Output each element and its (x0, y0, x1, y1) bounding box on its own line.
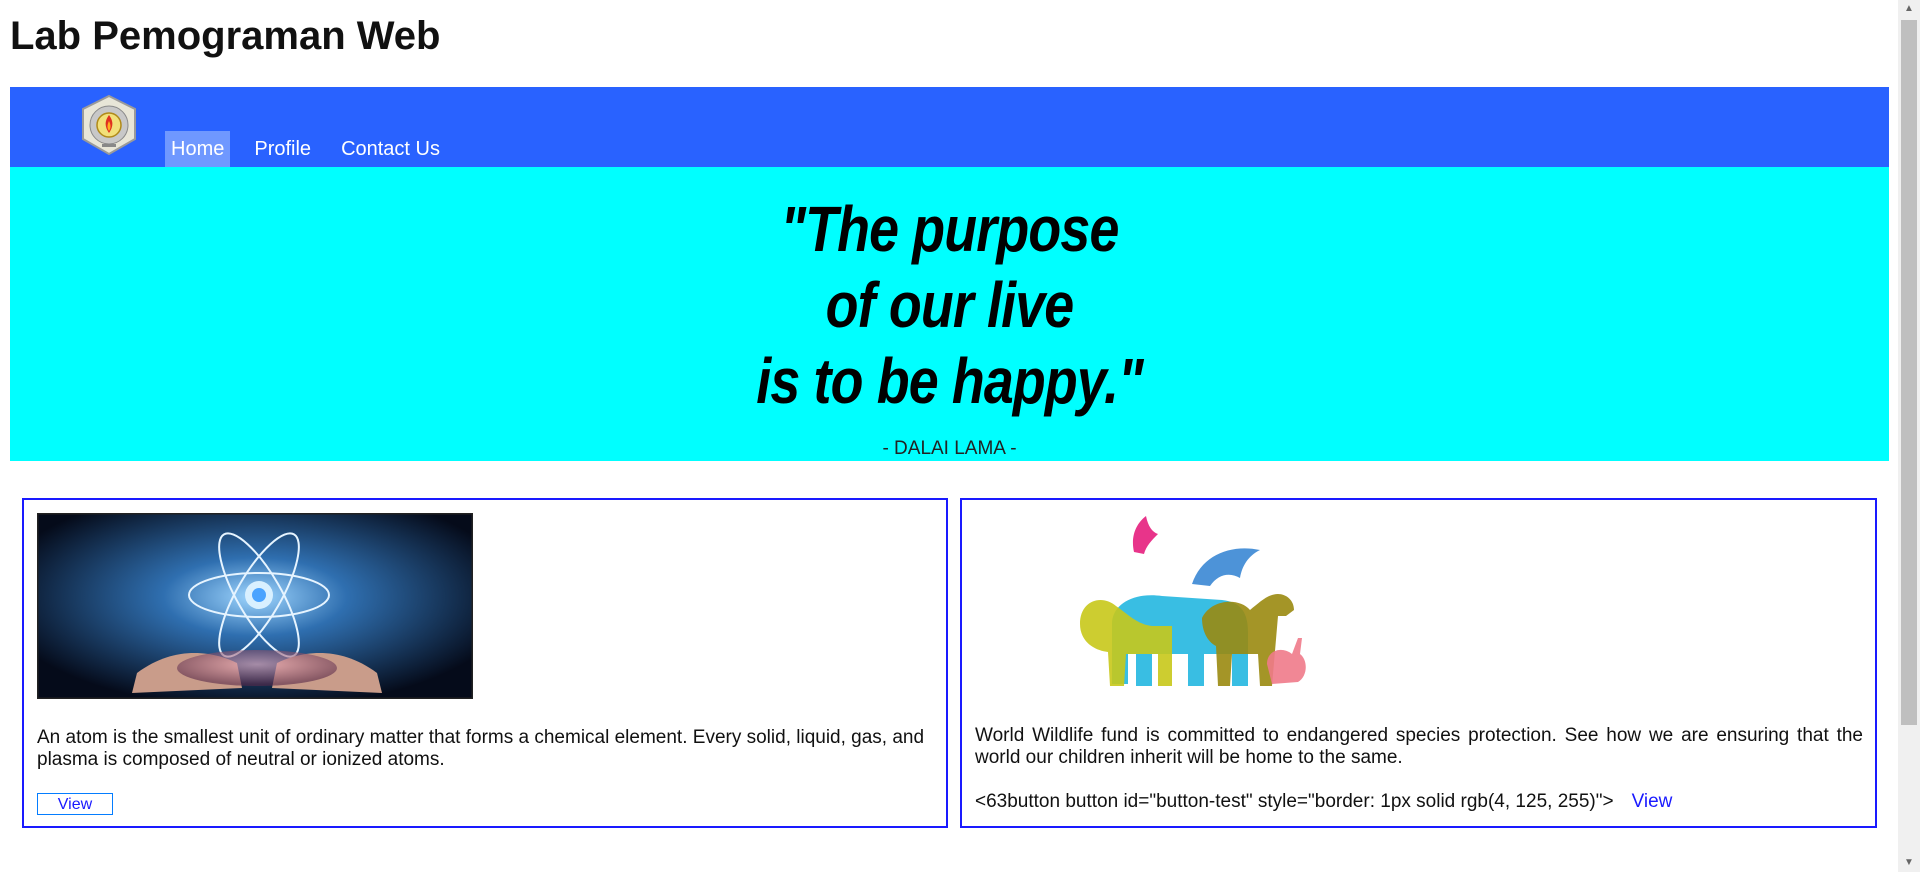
nav-profile-link[interactable]: Profile (248, 131, 317, 168)
wildlife-animals-image-icon (1072, 514, 1316, 700)
vertical-scrollbar[interactable]: ▲ ▼ (1898, 0, 1920, 872)
atom-description: An atom is the smallest unit of ordinary… (37, 727, 925, 770)
wildlife-card: World Wildlife fund is committed to enda… (960, 498, 1877, 828)
nav-home-link[interactable]: Home (165, 131, 231, 168)
quote-line-2: of our live (825, 269, 1074, 341)
wildlife-description: World Wildlife fund is committed to enda… (975, 725, 1863, 768)
scroll-down-arrow-icon[interactable]: ▼ (1898, 854, 1920, 872)
nav-contact-link[interactable]: Contact Us (335, 131, 446, 168)
view-link[interactable]: View (1632, 791, 1673, 812)
hero-quote: "The purpose of our live is to be happy.… (160, 191, 1738, 419)
atom-in-hands-image-icon (35, 511, 475, 701)
university-seal-logo-icon (78, 94, 140, 156)
atom-card: An atom is the smallest unit of ordinary… (22, 498, 948, 828)
quote-line-3: is to be happy." (756, 345, 1143, 417)
quote-line-1: "The purpose (780, 193, 1120, 265)
page: Lab Pemograman Web Home Profile Contact … (0, 0, 1898, 872)
site-title: Lab Pemograman Web (10, 14, 441, 58)
nav-links: Home Profile Contact Us (165, 131, 464, 168)
scroll-thumb[interactable] (1901, 20, 1917, 725)
hero-banner: "The purpose of our live is to be happy.… (10, 167, 1889, 461)
view-button[interactable]: View (37, 793, 113, 815)
navbar: Home Profile Contact Us (10, 87, 1889, 168)
raw-code-text: <63button button id="button-test" style=… (975, 791, 1614, 812)
scroll-up-arrow-icon[interactable]: ▲ (1898, 0, 1920, 18)
quote-author: - DALAI LAMA - (882, 438, 1017, 459)
raw-code-line: <63button button id="button-test" style=… (975, 790, 1672, 814)
